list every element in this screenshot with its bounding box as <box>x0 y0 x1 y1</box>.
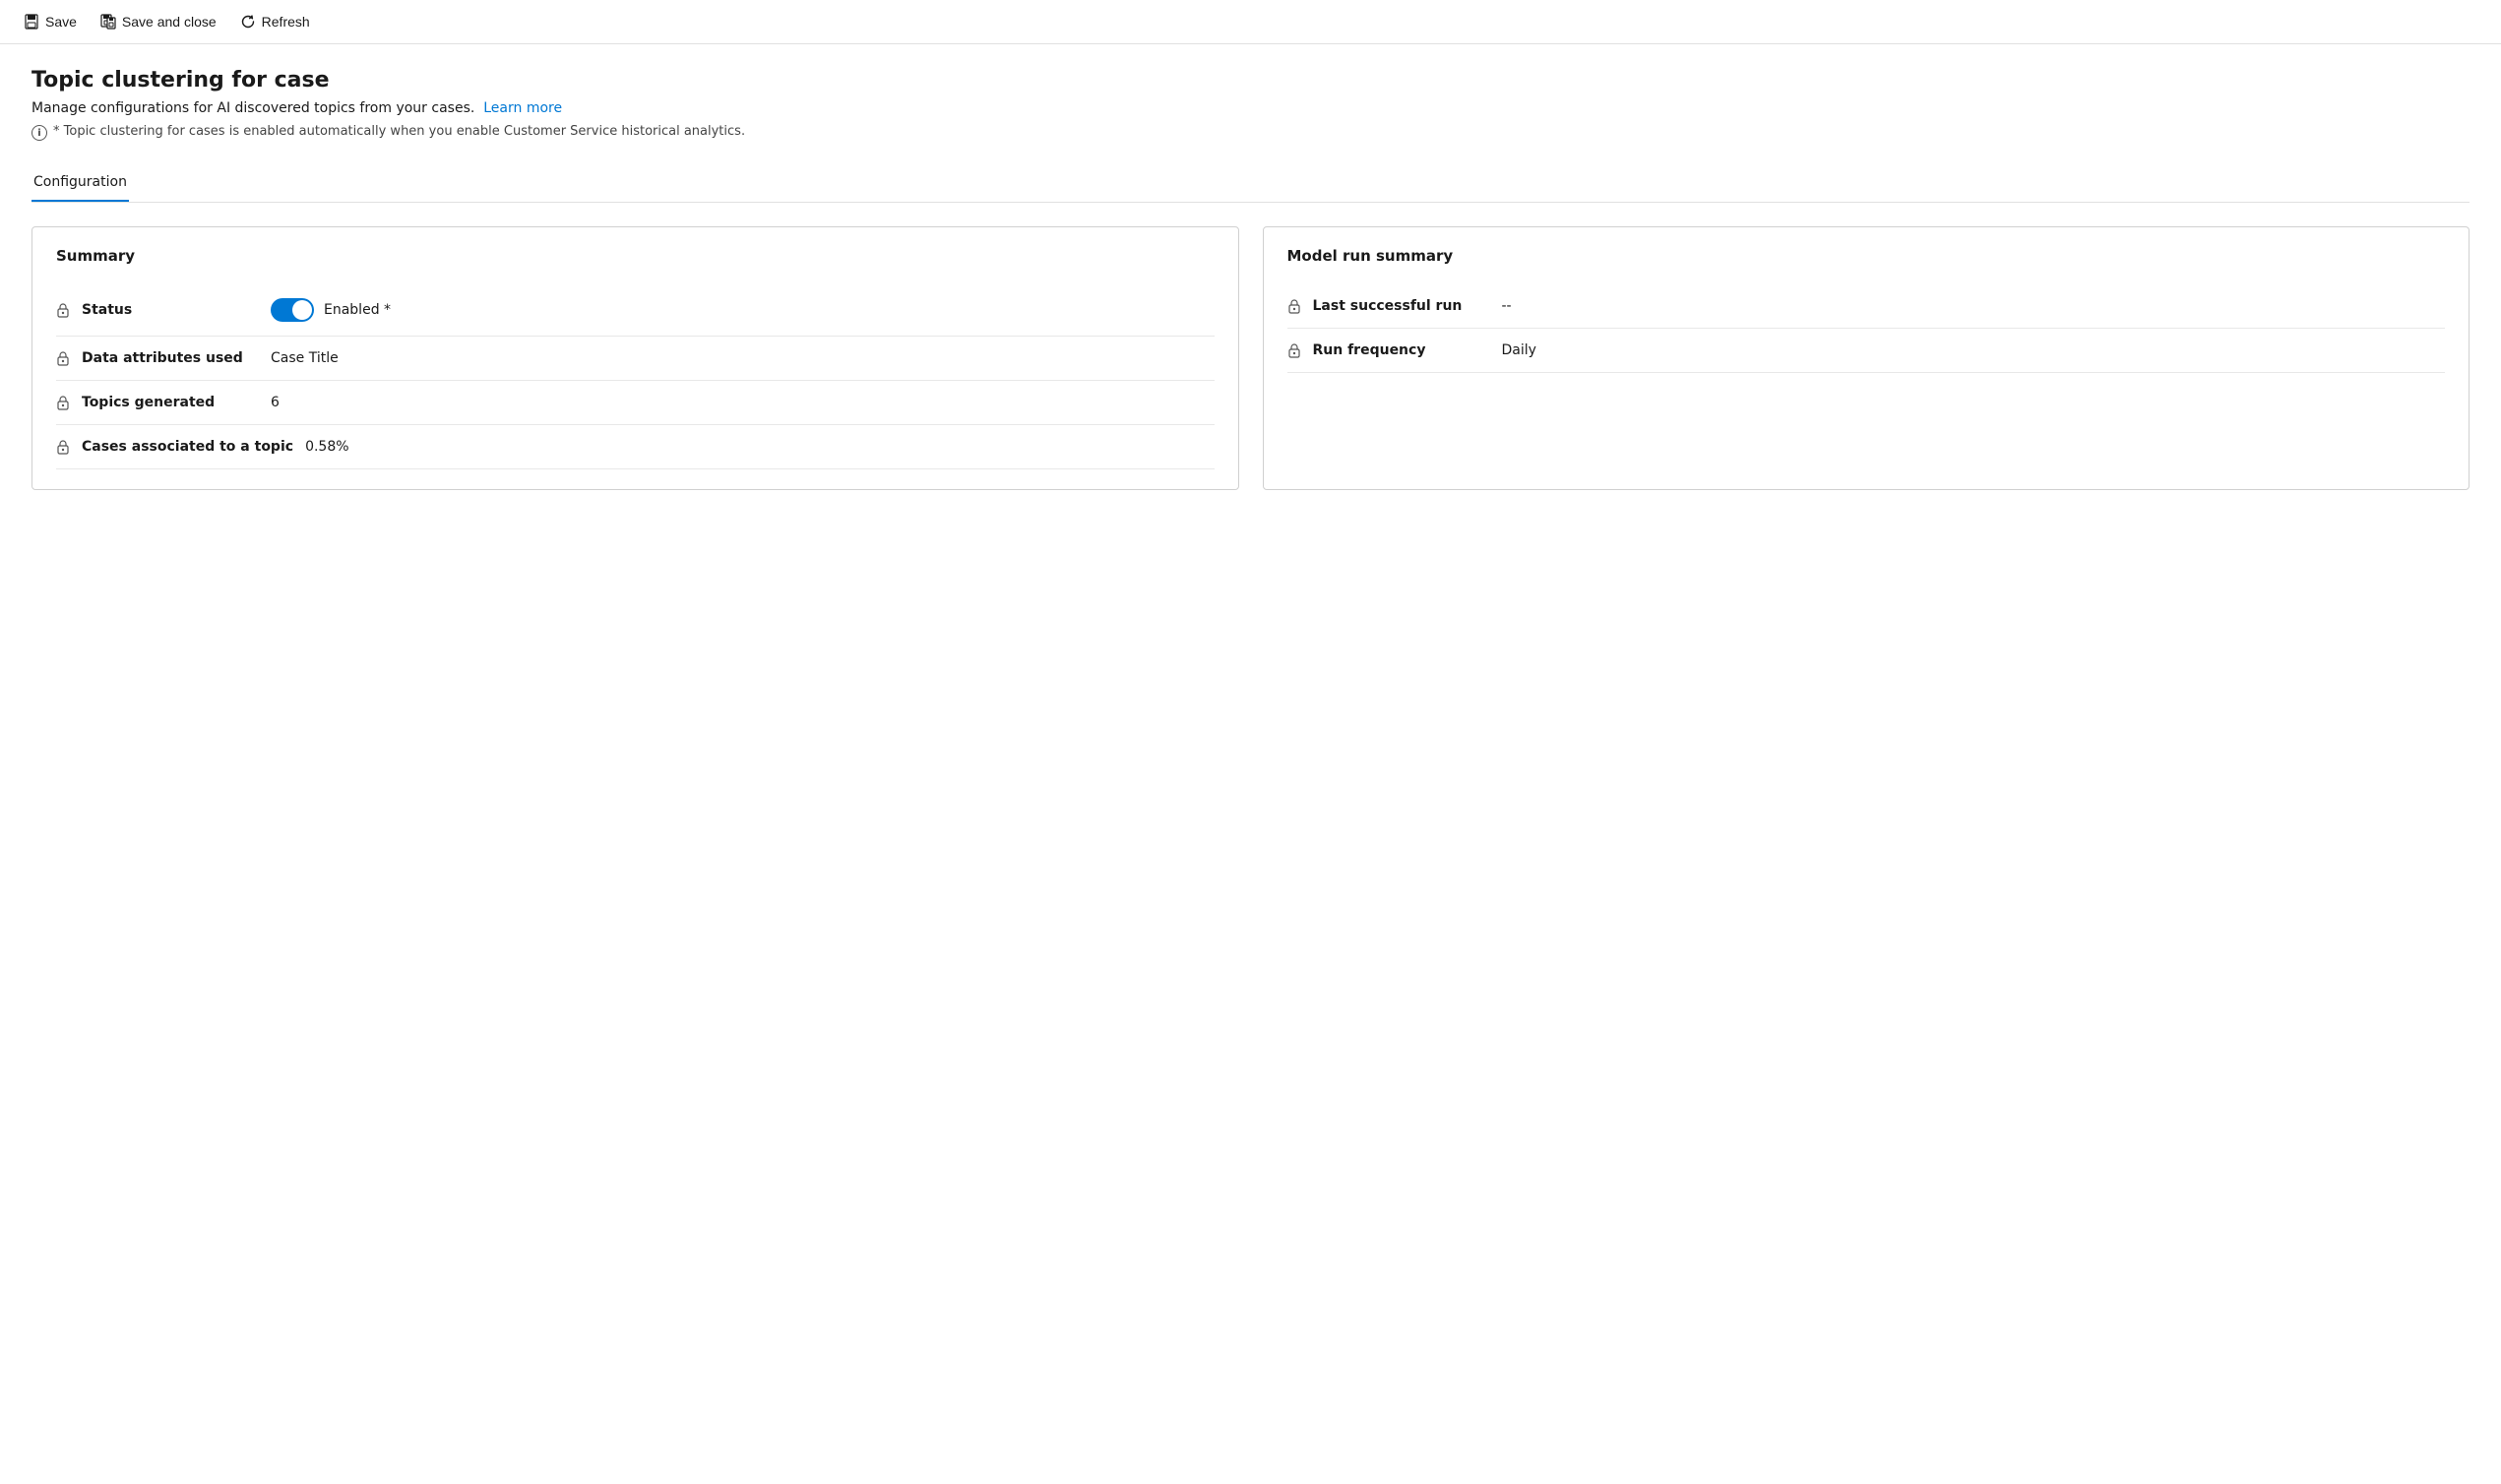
status-toggle-container: Enabled * <box>271 298 391 322</box>
cards-row: Summary Status Enabled * <box>31 226 2470 490</box>
cases-associated-lock-icon <box>56 439 70 455</box>
status-toggle-value: Enabled * <box>324 302 391 318</box>
status-lock-icon <box>56 302 70 318</box>
last-run-lock-icon <box>1287 298 1301 314</box>
description-text: Manage configurations for AI discovered … <box>31 100 474 116</box>
data-attributes-label: Data attributes used <box>82 350 259 366</box>
topics-generated-field-row: Topics generated 6 <box>56 381 1215 425</box>
save-icon <box>24 14 39 30</box>
status-field-row: Status Enabled * <box>56 284 1215 337</box>
data-attributes-lock-icon <box>56 350 70 366</box>
last-run-field-row: Last successful run -- <box>1287 284 2446 329</box>
tab-configuration[interactable]: Configuration <box>31 164 129 202</box>
topics-generated-label: Topics generated <box>82 395 259 410</box>
topics-generated-lock-icon <box>56 395 70 410</box>
page-title: Topic clustering for case <box>31 68 2470 93</box>
cases-associated-field-row: Cases associated to a topic 0.58% <box>56 425 1215 469</box>
data-attributes-field-row: Data attributes used Case Title <box>56 337 1215 381</box>
save-button[interactable]: Save <box>16 10 85 33</box>
refresh-label: Refresh <box>262 14 310 30</box>
cases-associated-value: 0.58% <box>305 439 348 455</box>
run-frequency-field-row: Run frequency Daily <box>1287 329 2446 373</box>
learn-more-link[interactable]: Learn more <box>483 100 562 116</box>
topics-generated-value: 6 <box>271 395 280 410</box>
tabs-container: Configuration <box>31 164 2470 203</box>
save-label: Save <box>45 14 77 30</box>
info-icon: i <box>31 125 47 141</box>
page-content: Topic clustering for case Manage configu… <box>0 44 2501 514</box>
run-frequency-label: Run frequency <box>1313 342 1490 358</box>
refresh-button[interactable]: Refresh <box>232 10 318 33</box>
summary-card-title: Summary <box>56 247 1215 265</box>
toggle-slider <box>271 298 314 322</box>
last-run-value: -- <box>1502 298 1512 314</box>
data-attributes-value: Case Title <box>271 350 339 366</box>
info-note-text: * Topic clustering for cases is enabled … <box>53 124 745 139</box>
run-frequency-lock-icon <box>1287 342 1301 358</box>
page-description: Manage configurations for AI discovered … <box>31 100 2470 116</box>
summary-card: Summary Status Enabled * <box>31 226 1239 490</box>
toolbar: Save Save and close Refresh <box>0 0 2501 44</box>
save-close-button[interactable]: Save and close <box>93 10 224 33</box>
status-toggle[interactable] <box>271 298 314 322</box>
refresh-icon <box>240 14 256 30</box>
save-close-icon <box>100 14 116 30</box>
status-label: Status <box>82 302 259 318</box>
info-note: i * Topic clustering for cases is enable… <box>31 124 2470 141</box>
last-run-label: Last successful run <box>1313 298 1490 314</box>
model-run-card: Model run summary Last successful run -- <box>1263 226 2470 490</box>
save-close-label: Save and close <box>122 14 217 30</box>
cases-associated-label: Cases associated to a topic <box>82 439 293 455</box>
model-run-card-title: Model run summary <box>1287 247 2446 265</box>
run-frequency-value: Daily <box>1502 342 1536 358</box>
